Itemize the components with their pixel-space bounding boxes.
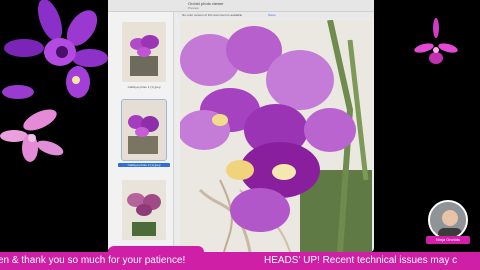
thumbnail-sidebar: Cattleya photo 1 (1).jpeg Cattleya photo…	[108, 12, 174, 252]
thumbnail-3[interactable]	[122, 180, 166, 240]
orchid-photo-image	[180, 20, 372, 252]
main-photo-orchid	[180, 20, 372, 252]
window-titlebar: Orchid photo viewer Preview	[108, 0, 374, 12]
thumbnail-1-image	[122, 22, 166, 82]
ticker-message-1: en & thank you so much for your patience…	[0, 255, 186, 266]
thumbnail-2-image	[122, 100, 166, 160]
document-info-bar: No color version of this document is ava…	[178, 12, 374, 19]
thumbnail-1[interactable]	[122, 22, 166, 82]
thumbnail-1-label: Cattleya photo 1 (1).jpeg	[127, 85, 161, 89]
info-action-link[interactable]: Show	[268, 13, 276, 17]
presenter-name-tag: Ninja Orchids	[426, 236, 470, 244]
window-subtitle: Preview	[188, 6, 199, 10]
presenter-photo	[430, 202, 466, 238]
thumbnail-3-image	[122, 180, 166, 240]
announcement-ticker: en & thank you so much for your patience…	[0, 252, 480, 270]
presenter-avatar	[428, 200, 468, 240]
orchid-decoration-right	[414, 18, 458, 64]
preview-window: Orchid photo viewer Preview Cattleya pho…	[108, 0, 374, 252]
orchid-decoration-left	[0, 0, 108, 162]
info-message: No color version of this document is ava…	[182, 13, 243, 17]
thumbnail-2-selected[interactable]	[121, 99, 167, 161]
ticker-message-2: HEADS' UP! Recent technical issues may c	[264, 255, 458, 266]
thumbnail-2-label: Cattleya photo 2 (1).jpeg	[118, 163, 170, 167]
